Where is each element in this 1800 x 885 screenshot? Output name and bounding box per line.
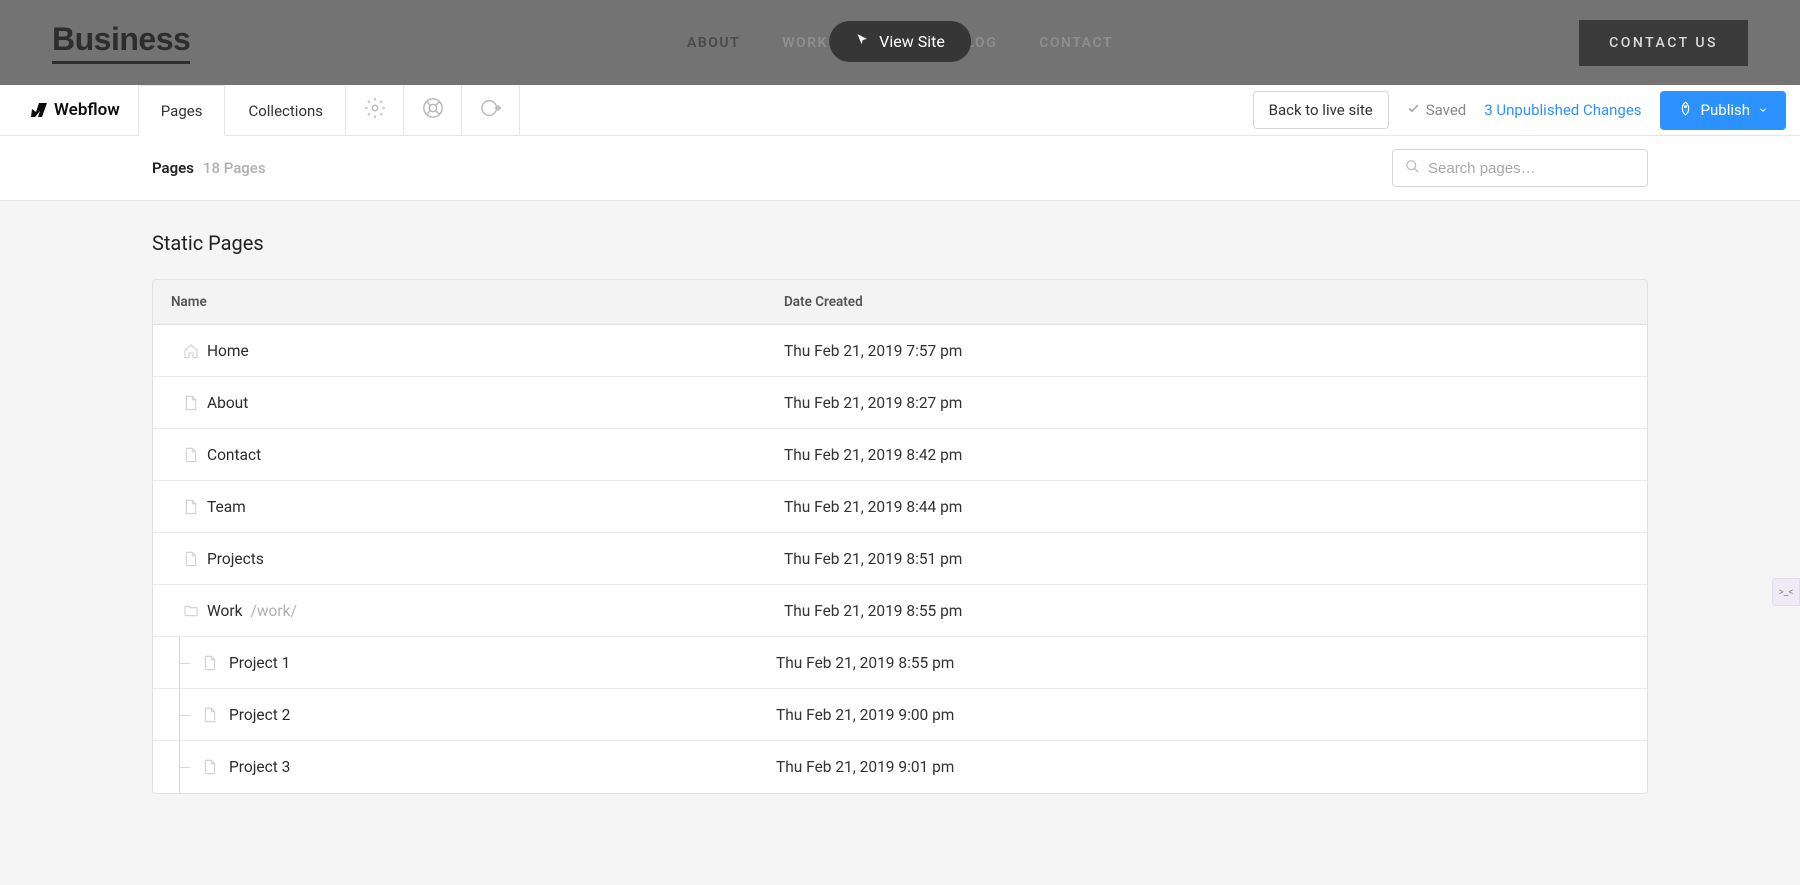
page-name: Home <box>207 342 784 360</box>
pages-count: 18 Pages <box>203 159 266 177</box>
page-name: Team <box>207 498 784 516</box>
pages-content: Static Pages Name Date Created HomeThu F… <box>0 201 1800 794</box>
editor-toolbar-right: Back to live site Saved 3 Unpublished Ch… <box>1253 85 1800 135</box>
editor-tabs: Pages Collections <box>138 85 520 135</box>
page-name: Project 3 <box>229 758 776 776</box>
page-date: Thu Feb 21, 2019 8:55 pm <box>784 602 1647 620</box>
page-name: Contact <box>207 446 784 464</box>
table-row[interactable]: Work/work/Thu Feb 21, 2019 8:55 pm <box>153 585 1647 637</box>
settings-tab[interactable] <box>346 85 404 135</box>
webflow-logo[interactable]: Webflow <box>0 85 138 135</box>
table-row[interactable]: Project 1Thu Feb 21, 2019 8:55 pm <box>153 637 1647 689</box>
life-ring-icon <box>422 97 444 123</box>
tab-pages[interactable]: Pages <box>138 85 226 136</box>
page-icon <box>153 603 207 619</box>
code-icon: >_< <box>1779 587 1794 598</box>
nav-work[interactable]: WORK <box>782 35 828 51</box>
view-site-button[interactable]: View Site <box>829 21 971 62</box>
page-icon <box>199 707 229 723</box>
tab-collections[interactable]: Collections <box>225 85 346 135</box>
check-icon <box>1407 101 1420 119</box>
pages-sub-header: Pages 18 Pages <box>0 136 1800 201</box>
page-icon <box>153 447 207 463</box>
page-name: Project 1 <box>229 654 776 672</box>
page-icon <box>153 499 207 515</box>
view-site-label: View Site <box>879 32 945 51</box>
table-row[interactable]: ProjectsThu Feb 21, 2019 8:51 pm <box>153 533 1647 585</box>
nav-contact[interactable]: CONTACT <box>1039 35 1113 51</box>
webflow-brand-text: Webflow <box>54 100 120 120</box>
column-name: Name <box>153 294 784 310</box>
table-row[interactable]: Project 2Thu Feb 21, 2019 9:00 pm <box>153 689 1647 741</box>
page-date: Thu Feb 21, 2019 8:55 pm <box>776 654 1647 672</box>
edge-widget-tab[interactable]: >_< <box>1772 578 1800 606</box>
page-name: Projects <box>207 550 784 568</box>
rocket-icon <box>1678 101 1693 120</box>
page-date: Thu Feb 21, 2019 9:01 pm <box>776 758 1647 776</box>
back-to-live-button[interactable]: Back to live site <box>1253 91 1389 129</box>
table-row[interactable]: TeamThu Feb 21, 2019 8:44 pm <box>153 481 1647 533</box>
column-date: Date Created <box>784 294 1647 310</box>
unpublished-changes-link[interactable]: 3 Unpublished Changes <box>1484 101 1641 119</box>
table-row[interactable]: ContactThu Feb 21, 2019 8:42 pm <box>153 429 1647 481</box>
saved-label: Saved <box>1426 101 1467 119</box>
saved-indicator: Saved <box>1407 101 1467 119</box>
help-tab[interactable] <box>404 85 462 135</box>
page-icon <box>199 655 229 671</box>
page-date: Thu Feb 21, 2019 9:00 pm <box>776 706 1647 724</box>
editor-toolbar: Webflow Pages Collections Back to live s… <box>0 85 1800 136</box>
cursor-icon <box>855 32 869 51</box>
pages-table: Name Date Created HomeThu Feb 21, 2019 7… <box>152 279 1648 794</box>
nav-about[interactable]: ABOUT <box>687 35 740 51</box>
page-name: Work/work/ <box>207 602 784 620</box>
page-icon <box>153 395 207 411</box>
page-date: Thu Feb 21, 2019 8:51 pm <box>784 550 1647 568</box>
static-pages-heading: Static Pages <box>152 231 1648 255</box>
page-icon <box>199 759 229 775</box>
logout-tab[interactable] <box>462 85 520 135</box>
page-date: Thu Feb 21, 2019 8:44 pm <box>784 498 1647 516</box>
search-icon <box>1405 159 1420 178</box>
table-row[interactable]: Project 3Thu Feb 21, 2019 9:01 pm <box>153 741 1647 793</box>
table-row[interactable]: HomeThu Feb 21, 2019 7:57 pm <box>153 325 1647 377</box>
logout-icon <box>480 97 502 123</box>
gear-icon <box>364 97 386 123</box>
chevron-down-icon <box>1758 101 1768 119</box>
search-pages-box[interactable] <box>1392 149 1648 187</box>
page-date: Thu Feb 21, 2019 8:42 pm <box>784 446 1647 464</box>
table-header: Name Date Created <box>153 280 1647 325</box>
publish-label: Publish <box>1701 101 1750 119</box>
table-row[interactable]: AboutThu Feb 21, 2019 8:27 pm <box>153 377 1647 429</box>
page-name: Project 2 <box>229 706 776 724</box>
search-pages-input[interactable] <box>1428 160 1635 177</box>
pages-title: Pages <box>152 159 194 177</box>
page-icon <box>153 551 207 567</box>
page-icon <box>153 343 207 359</box>
contact-us-button[interactable]: CONTACT US <box>1579 20 1748 66</box>
page-date: Thu Feb 21, 2019 8:27 pm <box>784 394 1647 412</box>
site-logo: Business <box>52 21 190 64</box>
publish-button[interactable]: Publish <box>1660 91 1786 130</box>
page-name: About <box>207 394 784 412</box>
page-date: Thu Feb 21, 2019 7:57 pm <box>784 342 1647 360</box>
